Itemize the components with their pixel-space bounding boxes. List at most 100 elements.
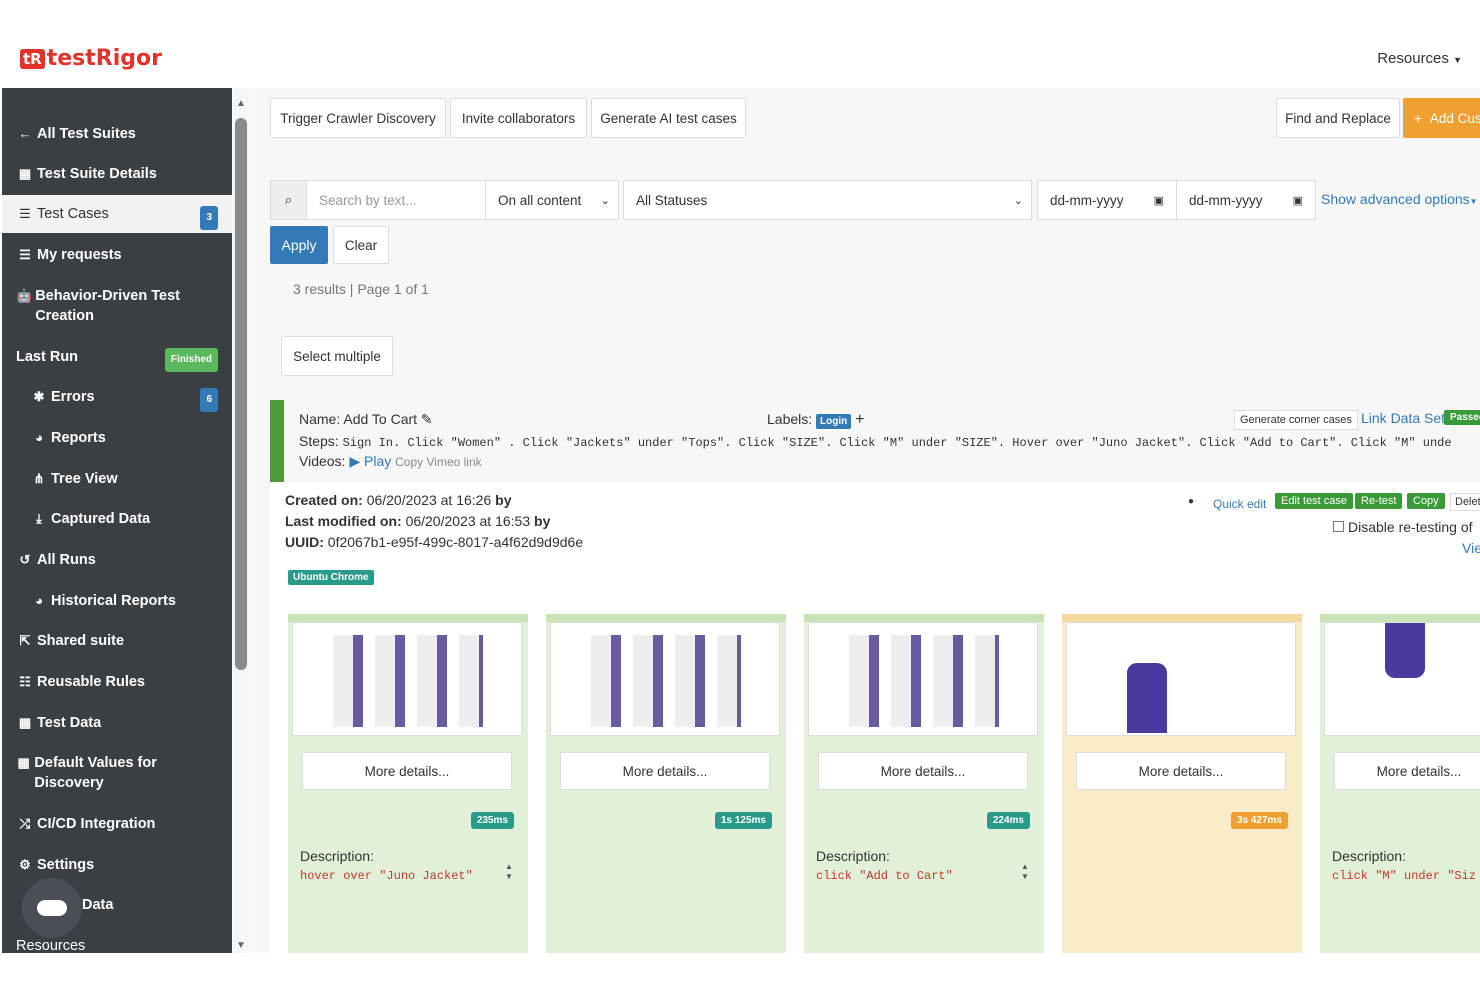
created-row: Created on: 06/20/2023 at 16:26 by (285, 492, 511, 508)
sidebar-item-tree-view[interactable]: ⋔Tree View (2, 469, 232, 489)
more-details-button[interactable]: More details... (302, 752, 512, 790)
sidebar-item-all-test-suites[interactable]: ←All Test Suites (2, 124, 232, 144)
sidebar-item-my-requests[interactable]: ☰My requests (2, 245, 232, 265)
date-from-input[interactable]: dd-mm-yyyy▣ (1037, 180, 1177, 220)
sidebar-item-settings[interactable]: ⚙Settings (2, 855, 232, 875)
sidebar-item-reports[interactable]: ◕Reports (2, 428, 232, 448)
search-input[interactable]: Search by text... (306, 180, 486, 220)
uuid-label: UUID: (285, 534, 324, 550)
view-link[interactable]: Vie (1462, 540, 1480, 556)
invite-collaborators-button[interactable]: Invite collaborators (450, 98, 587, 138)
created-label: Created on: (285, 492, 363, 508)
retest-button[interactable]: Re-test (1355, 493, 1402, 509)
spinner-icon[interactable]: ▲▼ (1018, 862, 1032, 884)
find-replace-button[interactable]: Find and Replace (1276, 98, 1400, 138)
more-details-button[interactable]: More details... (1076, 752, 1286, 790)
select-multiple-button[interactable]: Select multiple (281, 336, 393, 376)
edit-test-case-button[interactable]: Edit test case (1275, 493, 1353, 509)
generate-ai-tests-button[interactable]: Generate AI test cases (591, 98, 746, 138)
content-scope-select[interactable]: On all content ⌄ (485, 180, 619, 220)
disable-retesting-checkbox[interactable] (1333, 521, 1344, 532)
show-advanced-options-link[interactable]: Show advanced options▼ (1321, 191, 1478, 207)
step-card: More details... 224ms Description: click… (804, 614, 1044, 953)
steps-label: Steps: (299, 433, 339, 449)
sidebar-item-label: Test Cases (37, 204, 109, 224)
sidebar-item-last-run[interactable]: Last RunFinished (2, 347, 232, 367)
link-data-set-link[interactable]: Link Data Set (1361, 410, 1445, 426)
spinner-icon[interactable]: ▲▼ (502, 862, 516, 884)
step-screenshot[interactable] (1324, 622, 1480, 736)
sidebar-item-all-runs[interactable]: ↺All Runs (2, 550, 232, 570)
sidebar-item-historical-reports[interactable]: ◕Historical Reports (2, 591, 232, 611)
step-screenshot[interactable] (292, 622, 522, 736)
sidebar-item-captured-data[interactable]: ⤓Captured Data (2, 509, 232, 529)
description-label: Description: (1332, 848, 1406, 864)
copy-vimeo-link[interactable]: Copy Vimeo link (395, 455, 481, 469)
scroll-down-arrow-icon[interactable]: ▼ (236, 940, 246, 951)
add-label-icon[interactable]: + (855, 411, 864, 428)
date-to-input[interactable]: dd-mm-yyyy▣ (1176, 180, 1316, 220)
more-details-button[interactable]: More details... (818, 752, 1028, 790)
test-cases-count-badge: 3 (200, 206, 218, 230)
description-label: Description: (816, 848, 890, 864)
quick-edit-link[interactable]: Quick edit (1213, 497, 1266, 511)
resources-menu[interactable]: Resources ▼ (1377, 50, 1462, 67)
chevron-down-icon: ⌄ (601, 194, 610, 207)
passed-status-badge: Passed (1444, 410, 1480, 425)
sidebar-item-shared-suite[interactable]: ⇱Shared suite (2, 631, 232, 651)
steps-text: Sign In. Click "Women" . Click "Jackets"… (343, 436, 1452, 450)
sidebar-item-default-values[interactable]: ▦Default Values for Discovery (2, 753, 202, 793)
step-screenshot[interactable] (550, 622, 780, 736)
generate-corner-cases-button[interactable]: Generate corner cases (1234, 410, 1358, 430)
date-from-value: dd-mm-yyyy (1050, 193, 1124, 208)
edit-icon[interactable]: ✎ (421, 411, 433, 427)
duration-badge: 1s 125ms (715, 812, 772, 829)
content-scope-value: On all content (498, 193, 581, 208)
step-screenshot[interactable] (808, 622, 1038, 736)
more-details-button[interactable]: More details... (1334, 752, 1480, 790)
step-screenshot[interactable] (1066, 622, 1296, 736)
created-by-label: by (495, 492, 511, 508)
apply-button[interactable]: Apply (270, 226, 328, 264)
scroll-up-arrow-icon[interactable]: ▲ (236, 98, 246, 109)
trigger-crawler-button[interactable]: Trigger Crawler Discovery (270, 98, 446, 138)
sidebar-item-test-suite-details[interactable]: ▦Test Suite Details (2, 164, 232, 184)
sidebar-item-bdd-creation[interactable]: 🤖Behavior-Driven Test Creation (2, 286, 202, 326)
bug-icon: ✱ (30, 387, 48, 407)
chevron-down-icon: ⌄ (1014, 194, 1023, 207)
history-icon: ↺ (16, 550, 34, 570)
sidebar-item-label: Test Data (37, 713, 101, 733)
label-badge-login[interactable]: Login (816, 414, 851, 429)
delete-button[interactable]: Delet (1450, 493, 1480, 511)
clear-button[interactable]: Clear (333, 226, 389, 264)
date-to-value: dd-mm-yyyy (1189, 193, 1263, 208)
sidebar-item-reusable-rules[interactable]: ☷Reusable Rules (2, 672, 232, 692)
videos-label: Videos: (299, 453, 345, 469)
more-details-button[interactable]: More details... (560, 752, 770, 790)
sidebar-item-test-cases[interactable]: ☰Test Cases3 (2, 195, 232, 233)
robot-icon: 🤖 (16, 286, 32, 306)
environment-badge: Ubuntu Chrome (288, 570, 374, 585)
status-select[interactable]: All Statuses⌄ (623, 180, 1032, 220)
sidebar-item-cicd[interactable]: ⤮CI/CD Integration (2, 814, 232, 834)
resources-label: Resources (1377, 50, 1449, 67)
sidebar-item-resources[interactable]: Resources (2, 936, 232, 953)
table-icon: ▦ (16, 164, 34, 184)
scroll-thumb[interactable] (235, 118, 247, 670)
sidebar-item-errors[interactable]: ✱Errors6 (2, 387, 232, 407)
logo-text: testRigor (47, 46, 162, 71)
test-case-header: Name: Add To Cart ✎ Labels: Login + Gene… (270, 400, 1480, 482)
tree-icon: ⋔ (30, 469, 48, 489)
copy-button[interactable]: Copy (1407, 493, 1445, 509)
add-custom-button[interactable]: +Add Cus (1403, 98, 1480, 138)
testrigor-logo[interactable]: tR testRigor (20, 46, 162, 71)
sidebar-item-test-data[interactable]: ▦Test Data (2, 713, 232, 733)
main-content: Trigger Crawler Discovery Invite collabo… (250, 88, 1480, 953)
play-video-link[interactable]: ▶ Play (349, 453, 391, 469)
videos-row: Videos: ▶ Play Copy Vimeo link (299, 453, 482, 470)
pie-chart-icon: ◕ (30, 428, 48, 448)
last-run-status-badge: Finished (165, 348, 218, 372)
modified-by-label: by (534, 513, 550, 529)
sidebar-scrollbar[interactable]: ▲ ▼ (233, 88, 249, 953)
chat-widget-button[interactable] (22, 878, 82, 938)
